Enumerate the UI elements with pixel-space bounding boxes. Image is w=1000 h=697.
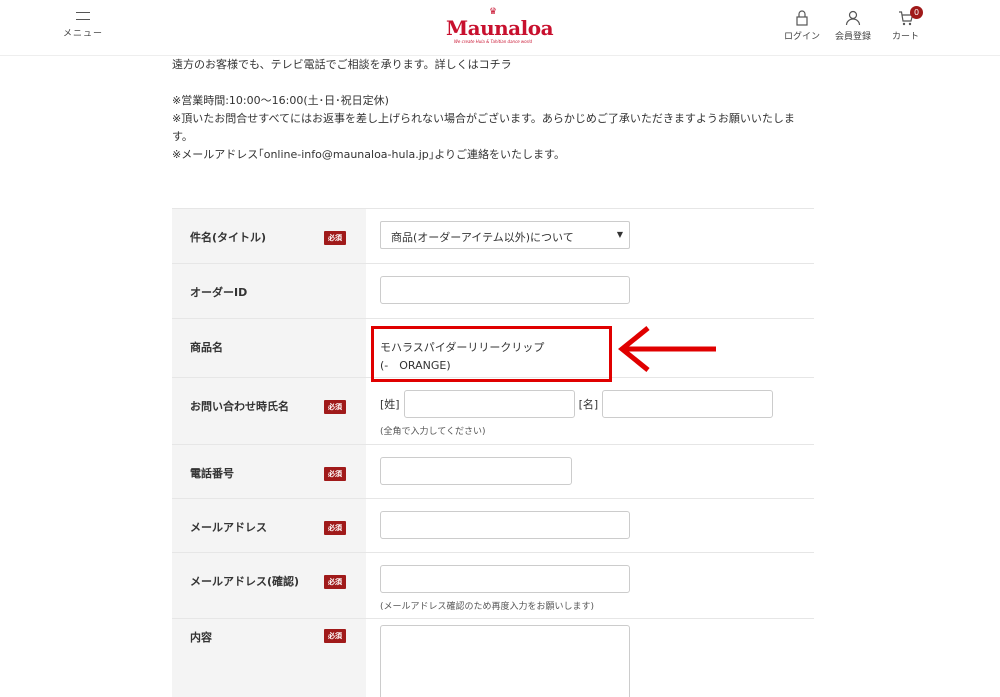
email-confirm-row: メールアドレス(確認) 必須 (メールアドレス確認のため再度入力をお願いします) (172, 553, 814, 619)
subject-label-cell: 件名(タイトル) 必須 (172, 209, 366, 263)
logo-text: Maunaloa (446, 16, 554, 40)
required-badge: 必須 (324, 521, 346, 535)
email-value-cell (366, 499, 814, 552)
required-badge: 必須 (324, 400, 346, 414)
product-highlight-box (371, 326, 612, 382)
order-id-label: オーダーID (190, 286, 248, 299)
order-id-label-cell: オーダーID (172, 264, 366, 318)
required-badge: 必須 (324, 467, 346, 481)
phone-label: 電話番号 (190, 467, 234, 480)
name-hint: (全角で入力してください) (380, 427, 486, 437)
last-name-label: [姓] (380, 398, 400, 411)
email-input[interactable] (380, 511, 630, 539)
name-label: お問い合わせ時氏名 (190, 400, 289, 413)
menu-label: メニュー (62, 29, 103, 39)
product-label: 商品名 (190, 341, 223, 354)
subject-selected-value: 商品(オーダーアイテム以外)について (391, 231, 574, 244)
content-label: 内容 (190, 631, 212, 644)
first-name-label: [名] (578, 398, 599, 411)
required-badge: 必須 (324, 629, 346, 643)
phone-input[interactable] (380, 457, 572, 485)
subject-row: 件名(タイトル) 必須 商品(オーダーアイテム以外)について ▼ (172, 209, 814, 264)
cart-button[interactable]: 0 カート (892, 6, 924, 42)
email-row: メールアドレス 必須 (172, 499, 814, 553)
menu-icon (76, 12, 90, 20)
subject-select[interactable]: 商品(オーダーアイテム以外)について ▼ (380, 221, 630, 249)
cart-count-badge: 0 (910, 6, 924, 19)
logo-tagline: We create Hula & Tahitian dance world (453, 39, 533, 44)
name-label-cell: お問い合わせ時氏名 必須 (172, 378, 366, 444)
email-confirm-value-cell: (メールアドレス確認のため再度入力をお願いします) (366, 553, 814, 618)
arrow-left-icon (618, 326, 716, 372)
subject-value-cell: 商品(オーダーアイテム以外)について ▼ (366, 209, 814, 263)
inquiry-form: 件名(タイトル) 必須 商品(オーダーアイテム以外)について ▼ オーダーID … (172, 208, 814, 697)
email-label-cell: メールアドレス 必須 (172, 499, 366, 552)
subject-label: 件名(タイトル) (190, 231, 267, 244)
register-label: 会員登録 (835, 32, 872, 42)
content-textarea[interactable] (380, 625, 630, 697)
order-id-value-cell (366, 264, 814, 318)
video-call-note[interactable]: 遠方のお客様でも、テレビ電話でご相談を承ります。詳しくはコチラ (172, 56, 814, 74)
email-confirm-hint: (メールアドレス確認のため再度入力をお願いします) (380, 602, 595, 612)
last-name-input[interactable] (403, 390, 575, 418)
product-label-cell: 商品名 (172, 319, 366, 377)
content-value-cell (366, 619, 814, 697)
business-hours-note: ※営業時間:10:00〜16:00(土･日･祝日定休) (172, 94, 389, 107)
name-inputs: [姓] [名] (380, 390, 814, 418)
first-name-input[interactable] (602, 390, 774, 418)
login-label: ログイン (784, 32, 821, 42)
site-header: メニュー ♛ Maunaloa We create Hula & Tahitia… (0, 0, 1000, 56)
phone-value-cell (366, 445, 814, 498)
lock-icon (796, 10, 808, 26)
phone-row: 電話番号 必須 (172, 445, 814, 499)
reply-note: ※頂いたお問合せすべてにはお返事を差し上げられない場合がございます。あらかじめご… (172, 112, 795, 125)
login-button[interactable]: ログイン (784, 10, 820, 42)
user-icon (845, 10, 861, 26)
menu-button[interactable]: メニュー (62, 12, 104, 39)
email-note: ※メールアドレス｢online-info@maunaloa-hula.jp｣より… (172, 148, 565, 161)
register-button[interactable]: 会員登録 (835, 10, 871, 42)
content-label-cell: 内容 必須 (172, 619, 366, 697)
email-confirm-label: メールアドレス(確認) (190, 575, 300, 588)
name-row: お問い合わせ時氏名 必須 [姓] [名] (全角で入力してください) (172, 378, 814, 445)
required-badge: 必須 (324, 231, 346, 245)
order-id-input[interactable] (380, 276, 630, 304)
dropdown-arrow-icon: ▼ (616, 230, 623, 239)
phone-label-cell: 電話番号 必須 (172, 445, 366, 498)
email-confirm-label-cell: メールアドレス(確認) 必須 (172, 553, 366, 618)
order-id-row: オーダーID (172, 264, 814, 319)
cart-label: カート (892, 32, 920, 42)
email-label: メールアドレス (190, 521, 267, 534)
contact-notes: 遠方のお客様でも、テレビ電話でご相談を承ります。詳しくはコチラ ※営業時間:10… (172, 56, 814, 164)
email-confirm-input[interactable] (380, 565, 630, 593)
content-row: 内容 必須 (172, 619, 814, 697)
logo[interactable]: ♛ Maunaloa We create Hula & Tahitian dan… (446, 8, 554, 45)
reply-note-continued: す。 (172, 130, 193, 143)
name-value-cell: [姓] [名] (全角で入力してください) (366, 378, 814, 444)
required-badge: 必須 (324, 575, 346, 589)
